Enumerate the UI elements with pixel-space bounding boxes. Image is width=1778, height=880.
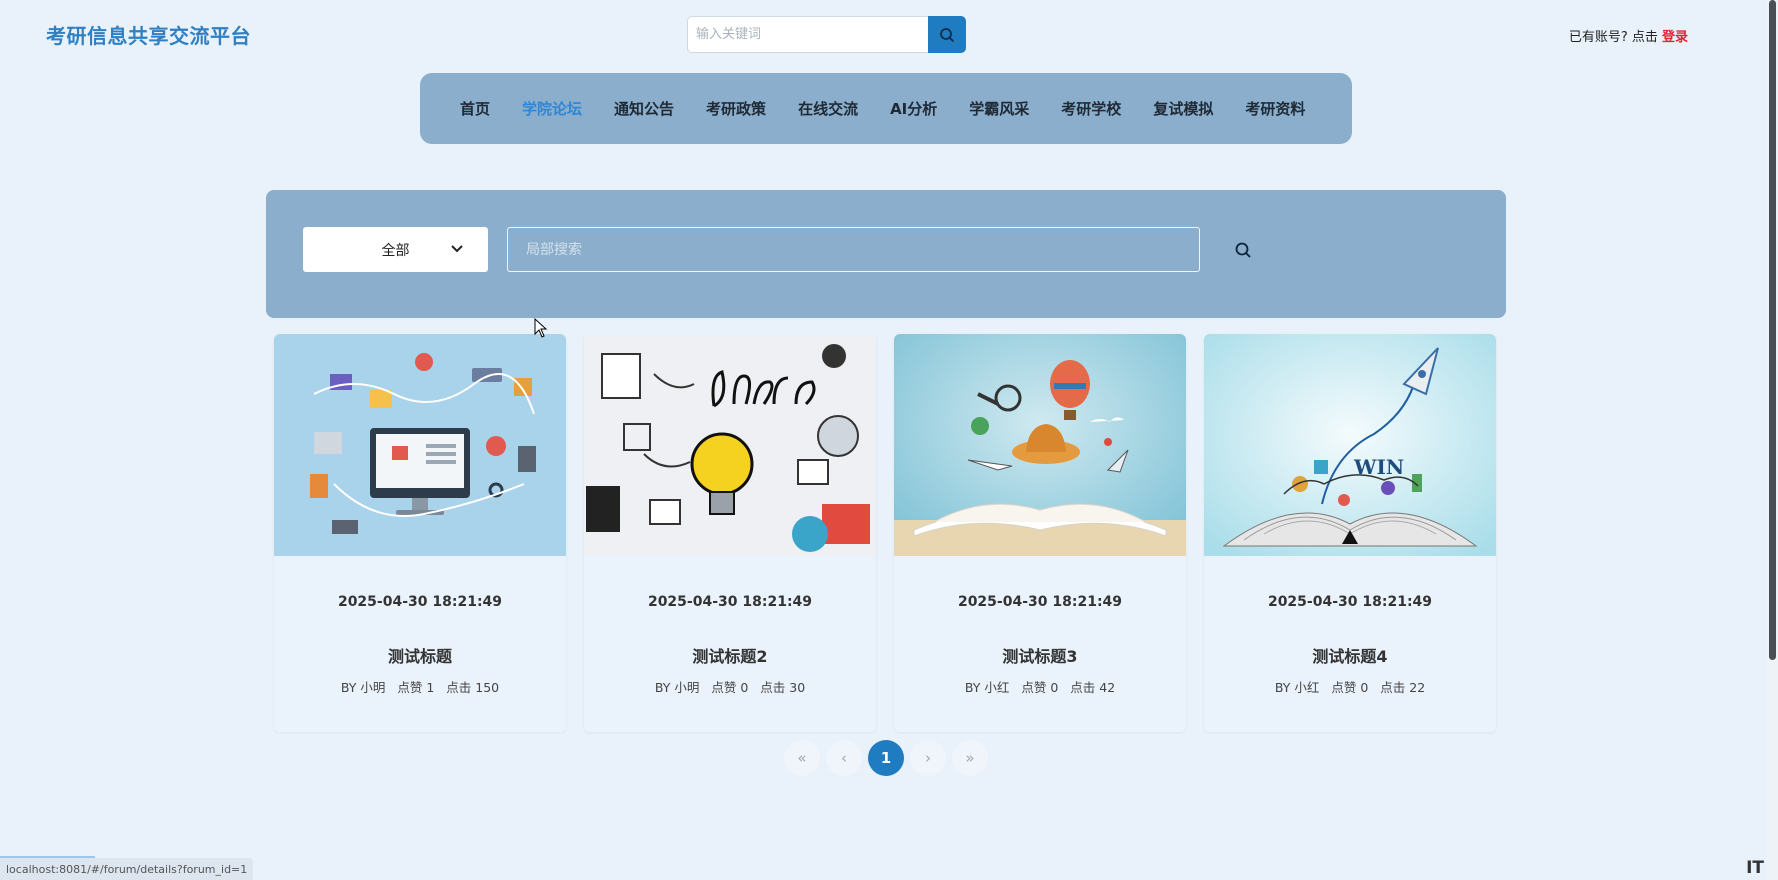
post-thumbnail xyxy=(894,334,1186,556)
scrollbar-thumb[interactable] xyxy=(1769,0,1776,660)
page-prev-button[interactable]: ‹ xyxy=(826,740,862,776)
nav-item-top-students[interactable]: 学霸风采 xyxy=(969,98,1029,119)
post-date: 2025-04-30 18:21:49 xyxy=(337,594,503,610)
post-date: 2025-04-30 18:21:49 xyxy=(957,594,1123,610)
post-author: BY 小明 xyxy=(654,680,700,695)
post-title[interactable]: 测试标题3 xyxy=(894,643,1186,667)
post-clicks: 点击 150 xyxy=(446,680,500,695)
local-search-input[interactable] xyxy=(507,227,1200,272)
post-author: BY 小红 xyxy=(1274,680,1320,695)
post-card[interactable]: 2025-04-30 18:21:49 测试标题3 BY 小红 点赞 0 点击 … xyxy=(894,334,1186,732)
post-meta: BY 小红 点赞 0 点击 42 xyxy=(894,677,1186,696)
post-author: BY 小明 xyxy=(340,680,386,695)
filter-panel: 全部 xyxy=(266,190,1506,318)
post-date: 2025-04-30 18:21:49 xyxy=(647,594,813,610)
login-prompt: 已有账号? 点击 xyxy=(1568,30,1662,45)
nav-item-interview-sim[interactable]: 复试模拟 xyxy=(1153,98,1213,119)
post-likes: 点赞 0 xyxy=(711,680,749,695)
post-likes: 点赞 0 xyxy=(1331,680,1369,695)
post-meta: BY 小红 点赞 0 点击 22 xyxy=(1204,677,1496,696)
nav-item-notices[interactable]: 通知公告 xyxy=(614,98,674,119)
nav-item-policy[interactable]: 考研政策 xyxy=(706,98,766,119)
page-current-button[interactable]: 1 xyxy=(868,740,904,776)
post-meta: BY 小明 点赞 1 点击 150 xyxy=(274,677,566,696)
nav-item-online-chat[interactable]: 在线交流 xyxy=(798,98,858,119)
login-link[interactable]: 登录 xyxy=(1662,30,1688,45)
header-search xyxy=(687,16,967,53)
category-select-value: 全部 xyxy=(381,242,410,259)
search-icon xyxy=(1235,242,1251,258)
pagination: « ‹ 1 › » xyxy=(784,740,988,776)
category-select[interactable]: 全部 xyxy=(303,227,488,272)
nav-item-forum[interactable]: 学院论坛 xyxy=(522,98,582,119)
post-card[interactable]: WIN 2025-04-30 18:21:49 测试标题4 BY 小红 点赞 0… xyxy=(1204,334,1496,732)
post-card[interactable]: 2025-04-30 18:21:49 测试标题2 BY 小明 点赞 0 点击 … xyxy=(584,334,876,732)
post-author: BY 小红 xyxy=(964,680,1010,695)
post-meta: BY 小明 点赞 0 点击 30 xyxy=(584,677,876,696)
watermark: IT xyxy=(1746,858,1764,878)
page-scrollbar[interactable] xyxy=(1767,0,1778,880)
post-date: 2025-04-30 18:21:49 xyxy=(1267,594,1433,610)
site-title[interactable]: 考研信息共享交流平台 xyxy=(46,20,251,49)
search-icon xyxy=(940,27,954,42)
header-search-button[interactable] xyxy=(928,16,966,53)
post-thumbnail xyxy=(584,334,876,556)
page-first-button[interactable]: « xyxy=(784,740,820,776)
page-next-button[interactable]: › xyxy=(910,740,946,776)
local-search-button[interactable] xyxy=(1231,238,1255,262)
chevron-down-icon xyxy=(451,245,463,253)
nav-item-home[interactable]: 首页 xyxy=(460,98,490,119)
post-likes: 点赞 1 xyxy=(397,680,435,695)
post-title[interactable]: 测试标题4 xyxy=(1204,643,1496,667)
post-likes: 点赞 0 xyxy=(1021,680,1059,695)
nav-item-ai-analysis[interactable]: AI分析 xyxy=(890,98,937,119)
post-title[interactable]: 测试标题2 xyxy=(584,643,876,667)
login-hint: 已有账号? 点击 登录 xyxy=(1569,26,1688,45)
browser-status-url: localhost:8081/#/forum/details?forum_id=… xyxy=(0,858,254,880)
post-thumbnail xyxy=(274,334,566,556)
nav-item-schools[interactable]: 考研学校 xyxy=(1061,98,1121,119)
header-search-input[interactable] xyxy=(687,16,928,53)
mouse-cursor-icon xyxy=(534,318,548,338)
page-last-button[interactable]: » xyxy=(952,740,988,776)
post-list: 2025-04-30 18:21:49 测试标题 BY 小明 点赞 1 点击 1… xyxy=(274,334,1498,734)
post-clicks: 点击 42 xyxy=(1070,680,1116,695)
post-clicks: 点击 30 xyxy=(760,680,806,695)
post-clicks: 点击 22 xyxy=(1380,680,1426,695)
main-nav: 首页 学院论坛 通知公告 考研政策 在线交流 AI分析 学霸风采 考研学校 复试… xyxy=(420,73,1352,144)
post-thumbnail: WIN xyxy=(1204,334,1496,556)
post-title[interactable]: 测试标题 xyxy=(274,643,566,667)
post-card[interactable]: 2025-04-30 18:21:49 测试标题 BY 小明 点赞 1 点击 1… xyxy=(274,334,566,732)
nav-item-materials[interactable]: 考研资料 xyxy=(1245,98,1305,119)
